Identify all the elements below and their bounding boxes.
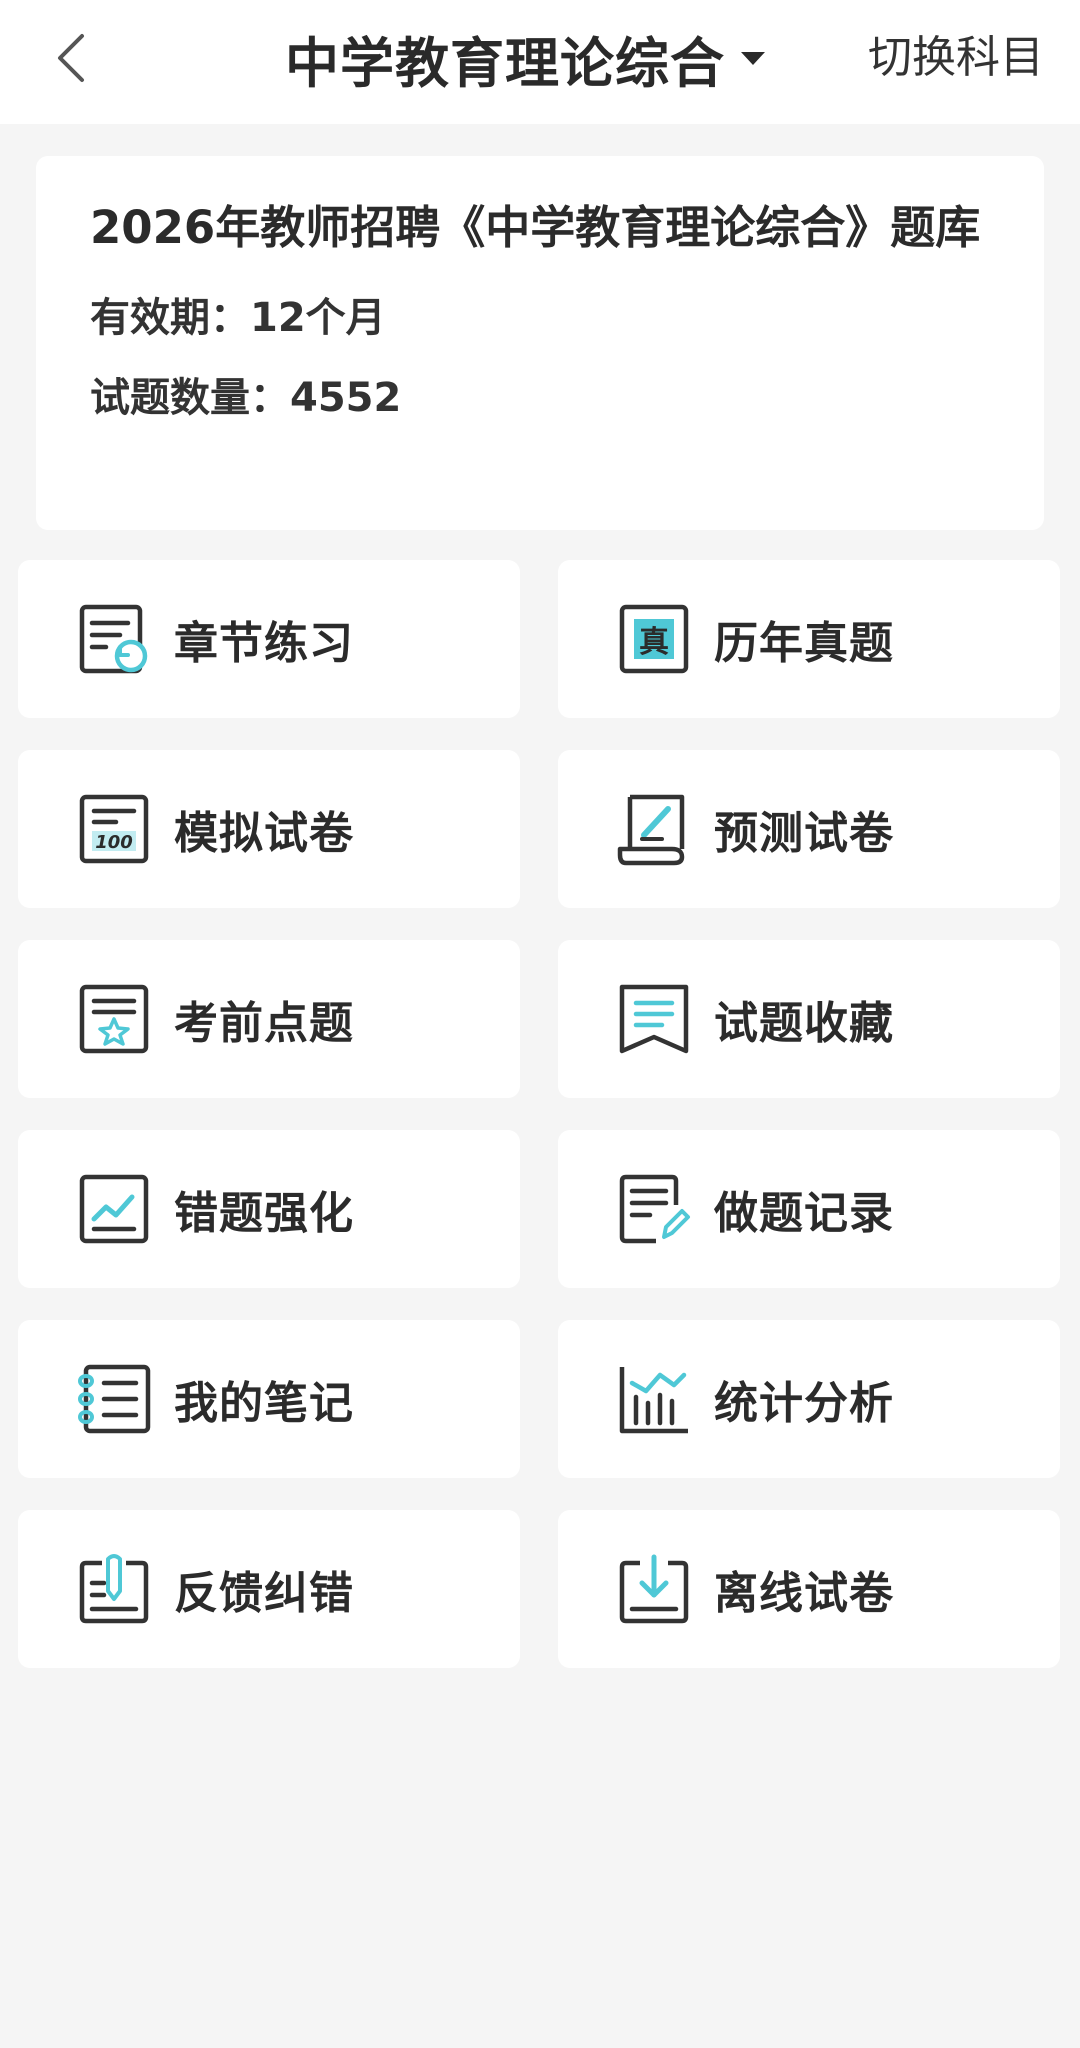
- tile-chapter-practice[interactable]: 章节练习: [18, 560, 520, 718]
- notes-icon: [76, 1361, 152, 1437]
- caret-down-icon: [741, 51, 765, 65]
- tile-label: 考前点题: [174, 998, 354, 1049]
- mock-paper-icon: 100: [76, 791, 152, 867]
- tile-label: 章节练习: [174, 618, 354, 669]
- question-bank-title: 2026年教师招聘《中学教育理论综合》题库: [90, 201, 981, 254]
- tile-label: 做题记录: [714, 1188, 894, 1239]
- tile-favorites[interactable]: 试题收藏: [558, 940, 1060, 1098]
- statistics-icon: [616, 1361, 692, 1437]
- wrong-questions-icon: [76, 1171, 152, 1247]
- subject-selector[interactable]: 中学教育理论综合: [285, 18, 765, 98]
- function-grid: 章节练习 真 历年真题 100 模拟试卷 预测试卷 考前点题 试题收藏 错题强化…: [18, 560, 1062, 1668]
- svg-text:100: 100: [95, 832, 133, 853]
- past-exams-icon: 真: [616, 601, 692, 677]
- tile-label: 历年真题: [714, 618, 894, 669]
- svg-text:真: 真: [639, 625, 669, 660]
- tile-pre-exam-tips[interactable]: 考前点题: [18, 940, 520, 1098]
- tile-label: 错题强化: [174, 1188, 354, 1239]
- tile-label: 离线试卷: [714, 1568, 894, 1619]
- tile-offline-download[interactable]: 离线试卷: [558, 1510, 1060, 1668]
- switch-subject-button[interactable]: 切换科目: [868, 28, 1044, 88]
- prediction-paper-icon: [616, 791, 692, 867]
- tile-label: 模拟试卷: [174, 808, 354, 859]
- offline-download-icon: [616, 1551, 692, 1627]
- favorites-icon: [616, 981, 692, 1057]
- tile-label: 预测试卷: [714, 808, 894, 859]
- feedback-icon: [76, 1551, 152, 1627]
- question-bank-info-card: 2026年教师招聘《中学教育理论综合》题库 有效期：12个月 试题数量：4552: [36, 156, 1044, 530]
- tile-label: 反馈纠错: [174, 1568, 354, 1619]
- tile-wrong-questions[interactable]: 错题强化: [18, 1130, 520, 1288]
- tile-label: 我的笔记: [174, 1378, 354, 1429]
- chevron-left-icon: [58, 34, 84, 82]
- tile-statistics[interactable]: 统计分析: [558, 1320, 1060, 1478]
- chapter-practice-icon: [76, 601, 152, 677]
- tile-label: 统计分析: [714, 1378, 894, 1429]
- back-button[interactable]: [36, 22, 108, 94]
- tile-notes[interactable]: 我的笔记: [18, 1320, 520, 1478]
- question-count: 试题数量：4552: [90, 375, 402, 421]
- tile-practice-record[interactable]: 做题记录: [558, 1130, 1060, 1288]
- tile-mock-paper[interactable]: 100 模拟试卷: [18, 750, 520, 908]
- tile-prediction-paper[interactable]: 预测试卷: [558, 750, 1060, 908]
- page-title: 中学教育理论综合: [285, 31, 725, 95]
- validity-period: 有效期：12个月: [90, 295, 386, 341]
- top-bar: 中学教育理论综合 切换科目: [0, 0, 1080, 124]
- pre-exam-tips-icon: [76, 981, 152, 1057]
- tile-feedback[interactable]: 反馈纠错: [18, 1510, 520, 1668]
- tile-past-exams[interactable]: 真 历年真题: [558, 560, 1060, 718]
- practice-record-icon: [616, 1171, 692, 1247]
- tile-label: 试题收藏: [714, 998, 894, 1049]
